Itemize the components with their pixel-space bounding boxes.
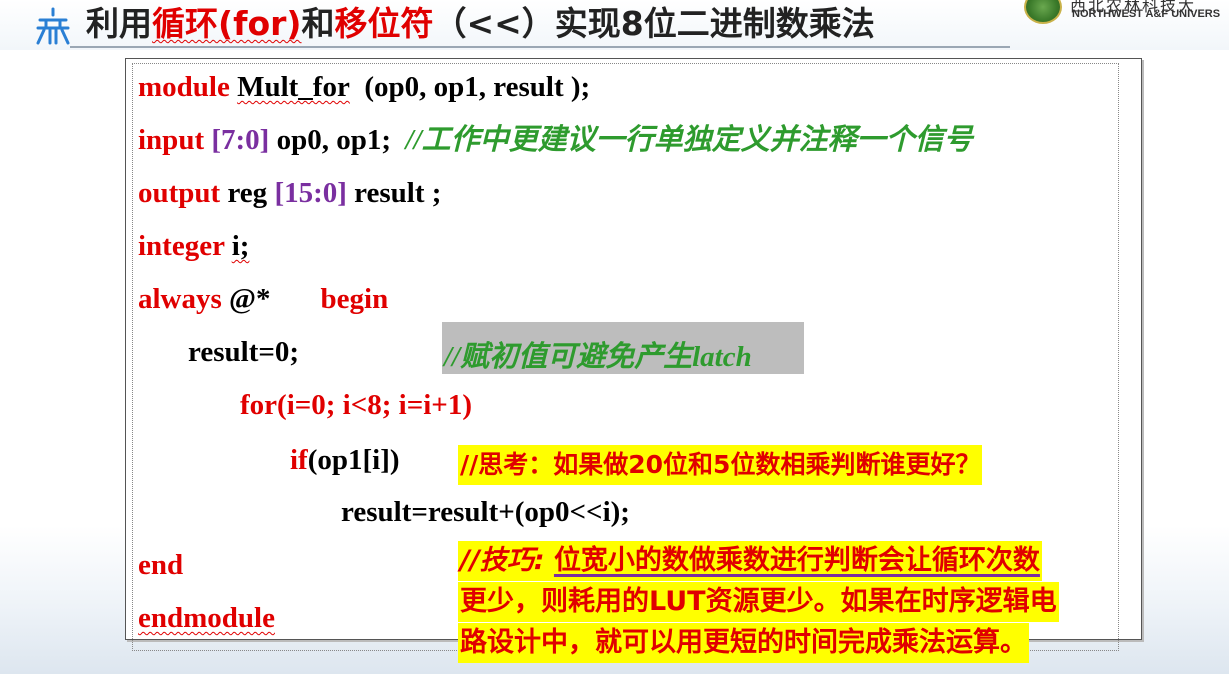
title-underline xyxy=(70,46,1010,48)
slide-title: 利用循环(for)和移位符（<<）实现8位二进制数乘法 xyxy=(86,4,875,43)
tip-note-line-2: 更少，则耗用的LUT资源更少。如果在时序逻辑电 xyxy=(458,582,1059,622)
think-note: //思考：如果做20位和5位数相乘判断谁更好？ xyxy=(458,445,983,485)
code-line-7: for(i=0; i<8; i=i+1) xyxy=(240,389,472,421)
code-line-9: result=result+(op0<<i); xyxy=(341,496,630,528)
code-line-3: output reg [15:0] result ; xyxy=(138,177,442,209)
code-line-6: result=0; xyxy=(188,336,300,368)
code-line-2: input [7:0] op0, op1; //工作中更建议一行单独定义并注释一… xyxy=(138,124,973,156)
code-line-5: always @* begin xyxy=(138,283,389,315)
university-name-en: NORTHWEST A&F UNIVERS xyxy=(1072,8,1221,20)
latch-comment: //赋初值可避免产生latch xyxy=(444,341,752,373)
code-line-1: module Mult_for (op0, op1, result ); xyxy=(138,71,591,103)
code-line-4: integer i; xyxy=(138,230,250,262)
tip-note-line-3: 路设计中，就可以用更短的时间完成乘法运算。 xyxy=(458,623,1029,663)
code-line-11: endmodule xyxy=(138,602,275,634)
code-line-8: if(op1[i]) xyxy=(290,444,400,476)
tip-note-line-1: //技巧: 位宽小的数做乘数进行判断会让循环次数 xyxy=(458,541,1042,581)
network-logo-icon xyxy=(36,7,70,45)
code-line-10: end xyxy=(138,549,184,581)
